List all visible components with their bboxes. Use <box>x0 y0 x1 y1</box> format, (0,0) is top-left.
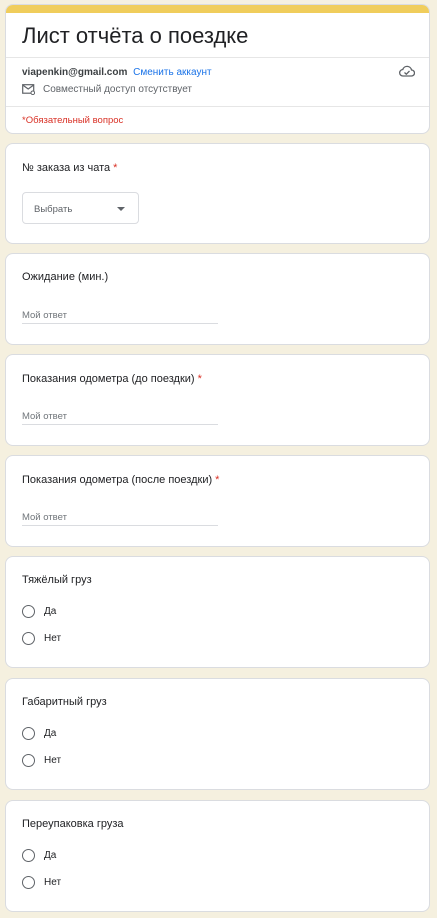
question-card-odometer-before: Показания одометра (до поездки) * <box>5 354 430 446</box>
header-divider <box>6 57 429 58</box>
waiting-input[interactable] <box>22 307 218 324</box>
question-card-heavy-cargo: Тяжёлый груз Да Нет <box>5 556 430 668</box>
radio-button[interactable] <box>22 849 35 862</box>
radio-button[interactable] <box>22 632 35 645</box>
radio-button[interactable] <box>22 876 35 889</box>
form-title: Лист отчёта о поездке <box>22 23 249 48</box>
required-note: *Обязательный вопрос <box>22 115 124 126</box>
radio-label: Да <box>44 850 57 861</box>
question-title-text: № заказа из чата <box>22 162 111 174</box>
required-star: * <box>113 162 118 174</box>
radio-option-yes[interactable]: Да <box>22 605 56 618</box>
account-email: viapenkin@gmail.com <box>22 67 128 78</box>
odometer-before-input[interactable] <box>22 408 218 425</box>
question-title-text: Переупаковка груза <box>22 818 124 830</box>
odometer-after-input[interactable] <box>22 509 218 526</box>
radio-option-yes[interactable]: Да <box>22 849 56 862</box>
question-title: Показания одометра (после поездки) * <box>22 474 219 486</box>
radio-option-no[interactable]: Нет <box>22 632 61 645</box>
question-title: Показания одометра (до поездки) * <box>22 373 202 385</box>
question-card-repacking: Переупаковка груза Да Нет <box>5 800 430 912</box>
sharing-status-row: Совместный доступ отсутствует <box>22 84 192 95</box>
form-header-card: Лист отчёта о поездке viapenkin@gmail.co… <box>5 4 430 134</box>
radio-label: Да <box>44 606 57 617</box>
question-title-text: Тяжёлый груз <box>22 574 92 586</box>
question-card-odometer-after: Показания одометра (после поездки) * <box>5 455 430 547</box>
radio-label: Нет <box>44 633 62 644</box>
radio-option-yes[interactable]: Да <box>22 727 56 740</box>
question-title-text: Показания одометра (после поездки) <box>22 474 213 486</box>
question-title: № заказа из чата * <box>22 162 117 174</box>
required-star: * <box>215 474 220 486</box>
radio-label: Да <box>44 728 57 739</box>
question-title: Ожидание (мин.) <box>22 271 108 283</box>
dropdown-value: Выбрать <box>34 204 73 215</box>
question-card-order-number: № заказа из чата * Выбрать <box>5 143 430 244</box>
required-star: * <box>197 373 202 385</box>
mail-share-icon <box>22 84 35 95</box>
question-title-text: Показания одометра (до поездки) <box>22 373 195 385</box>
question-title: Тяжёлый груз <box>22 574 92 586</box>
radio-option-no[interactable]: Нет <box>22 754 61 767</box>
question-card-waiting: Ожидание (мин.) <box>5 253 430 345</box>
accent-bar <box>6 5 429 13</box>
radio-button[interactable] <box>22 605 35 618</box>
radio-label: Нет <box>44 877 62 888</box>
radio-button[interactable] <box>22 754 35 767</box>
radio-label: Нет <box>44 755 62 766</box>
caret-down-icon <box>117 207 125 211</box>
question-title: Габаритный груз <box>22 696 107 708</box>
order-number-dropdown[interactable]: Выбрать <box>22 192 139 224</box>
question-title-text: Габаритный груз <box>22 696 107 708</box>
question-title: Переупаковка груза <box>22 818 124 830</box>
switch-account-link[interactable]: Сменить аккаунт <box>133 67 211 78</box>
account-row: viapenkin@gmail.com Сменить аккаунт <box>22 67 212 78</box>
cloud-check-icon[interactable] <box>399 65 415 77</box>
question-card-oversized-cargo: Габаритный груз Да Нет <box>5 678 430 790</box>
sharing-status-text: Совместный доступ отсутствует <box>43 84 193 95</box>
account-divider <box>6 106 429 107</box>
radio-option-no[interactable]: Нет <box>22 876 61 889</box>
radio-button[interactable] <box>22 727 35 740</box>
question-title-text: Ожидание (мин.) <box>22 271 109 283</box>
